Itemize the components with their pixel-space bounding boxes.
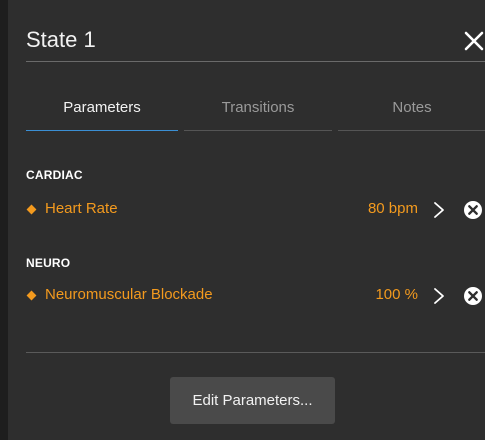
footer-divider: [26, 352, 485, 353]
chevron-right-icon[interactable]: [432, 286, 446, 306]
remove-circle-icon[interactable]: [463, 286, 483, 306]
remove-circle-icon[interactable]: [463, 200, 483, 220]
diamond-icon: [26, 290, 37, 301]
param-value[interactable]: 80 bpm: [368, 200, 418, 217]
state-panel: State 1 Parameters Transitions Notes CAR…: [8, 0, 485, 440]
panel-header: State 1: [26, 21, 485, 62]
close-icon: [464, 31, 484, 51]
panel-title: State 1: [26, 27, 96, 52]
param-row-neuromuscular-blockade: Neuromuscular Blockade 100 %: [26, 285, 485, 309]
tab-transitions[interactable]: Transitions: [184, 90, 332, 131]
chevron-right-icon[interactable]: [432, 200, 446, 220]
param-value[interactable]: 100 %: [375, 286, 418, 303]
tab-notes[interactable]: Notes: [338, 90, 485, 131]
param-label[interactable]: Neuromuscular Blockade: [45, 286, 213, 303]
edit-parameters-button[interactable]: Edit Parameters...: [170, 377, 335, 424]
close-button[interactable]: [462, 29, 485, 53]
tab-bar: Parameters Transitions Notes: [26, 90, 485, 132]
section-title-cardiac: CARDIAC: [26, 168, 83, 182]
diamond-icon: [26, 204, 37, 215]
tab-parameters[interactable]: Parameters: [26, 90, 178, 131]
section-title-neuro: NEURO: [26, 256, 71, 270]
param-row-heart-rate: Heart Rate 80 bpm: [26, 199, 485, 223]
param-label[interactable]: Heart Rate: [45, 200, 118, 217]
